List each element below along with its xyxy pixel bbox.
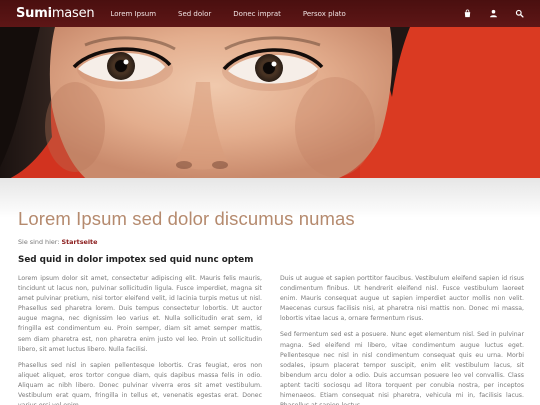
hero-image [0,27,540,182]
logo-bold-text: Sumi [16,6,52,21]
main-content-header: Lorem Ipsum sed dolor discumus numas Sie… [18,208,524,265]
main-nav: Lorem Ipsum Sed dolor Donec imprat Perso… [110,10,367,18]
page-title: Lorem Ipsum sed dolor discumus numas [18,208,355,229]
nav-link-lorem-ipsum[interactable]: Lorem Ipsum [110,10,156,18]
nav-link-persox-plato[interactable]: Persox plato [303,10,346,18]
nav-icon-group [446,9,524,19]
body-paragraph: Lorem ipsum dolor sit amet, consectetur … [18,275,262,353]
body-paragraph: Duis ut augue et sapien porttitor faucib… [280,275,524,323]
breadcrumb-link-home[interactable]: Startseite [62,238,98,246]
breadcrumb-prefix: Sie sind hier: [18,238,60,246]
bag-icon[interactable] [462,9,472,19]
body-columns: Lorem ipsum dolor sit amet, consectetur … [18,274,524,405]
body-paragraph: Sed fermentum sed est a posuere. Nunc eg… [280,331,524,405]
hero-face-illustration [0,27,540,182]
logo-light-text: masen [51,6,95,21]
top-navbar: Sumi masen Lorem Ipsum Sed dolor Donec im… [0,0,540,27]
user-icon[interactable] [488,9,498,19]
nav-link-sed-dolor[interactable]: Sed dolor [178,10,211,18]
search-icon[interactable] [514,9,524,19]
nav-link-donec-imprat[interactable]: Donec imprat [233,10,281,18]
right-column: Duis ut augue et sapien porttitor faucib… [280,274,524,405]
section-subtitle: Sed quid in dolor impotex sed quid nunc … [18,255,254,265]
left-column: Lorem ipsum dolor sit amet, consectetur … [18,274,262,405]
body-paragraph: Phasellus sed nisl in sapien pellentesqu… [18,361,262,405]
breadcrumb: Sie sind hier: Startseite [18,238,524,246]
site-logo[interactable]: Sumi masen [16,6,95,21]
